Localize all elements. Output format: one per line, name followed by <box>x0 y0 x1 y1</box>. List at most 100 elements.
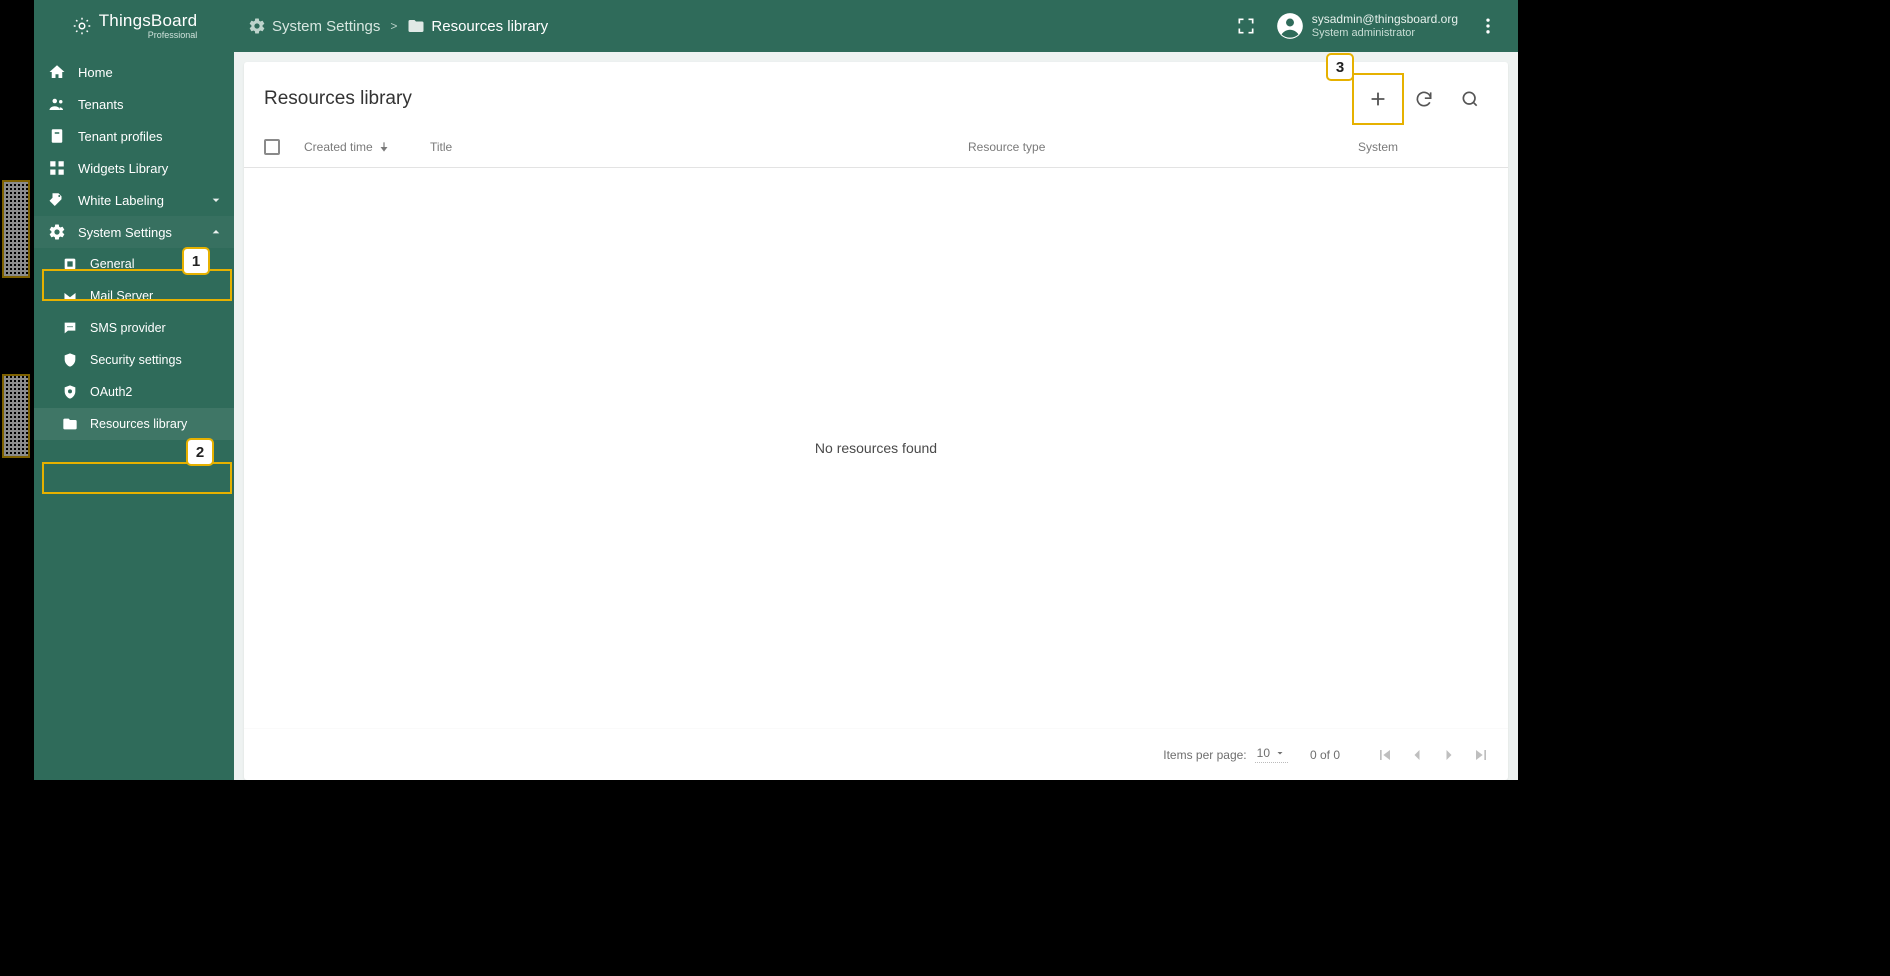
paginator: Items per page: 10 0 of 0 <box>244 728 1508 780</box>
add-button[interactable] <box>1358 79 1398 119</box>
select-all-checkbox[interactable] <box>264 139 304 155</box>
brand-icon <box>71 15 93 37</box>
sms-icon <box>62 320 78 336</box>
sidebar-item-system-settings[interactable]: System Settings <box>34 216 234 248</box>
folder-icon <box>407 17 425 35</box>
callout-badge-3: 3 <box>1326 53 1354 81</box>
fullscreen-button[interactable] <box>1228 8 1264 44</box>
column-header-created-time[interactable]: Created time <box>304 140 430 154</box>
user-avatar-icon <box>1276 12 1304 40</box>
chevron-right-icon <box>1439 745 1459 765</box>
refresh-icon <box>1414 89 1434 109</box>
callout-box-2 <box>42 462 232 494</box>
brand-name: ThingsBoard <box>99 12 198 29</box>
tenant-profiles-icon <box>48 127 66 145</box>
user-role: System administrator <box>1312 27 1458 40</box>
oauth-icon <box>62 384 78 400</box>
column-header-resource-type[interactable]: Resource type <box>968 140 1358 154</box>
resources-card: Resources library 3 <box>244 62 1508 780</box>
breadcrumb-label: Resources library <box>431 18 548 35</box>
sidebar-item-label: OAuth2 <box>90 385 132 399</box>
topbar: ThingsBoard Professional System Settings… <box>34 0 1518 52</box>
page-size-value: 10 <box>1257 746 1270 760</box>
plus-icon <box>1367 88 1389 110</box>
empty-state: No resources found <box>244 168 1508 728</box>
home-icon <box>48 63 66 81</box>
last-page-icon <box>1471 745 1491 765</box>
folder-icon <box>62 416 78 432</box>
settings-icon <box>48 223 66 241</box>
sidebar-sub-oauth2[interactable]: OAuth2 <box>34 376 234 408</box>
breadcrumb: System Settings > Resources library <box>248 17 548 35</box>
chevron-down-icon <box>208 192 224 208</box>
callout-badge-1: 1 <box>182 247 210 275</box>
page-range: 0 of 0 <box>1310 748 1350 762</box>
edge-artifact <box>2 180 30 278</box>
sidebar-item-label: SMS provider <box>90 321 166 335</box>
app-root: ThingsBoard Professional System Settings… <box>34 0 1518 780</box>
content-area: Resources library 3 <box>234 52 1518 780</box>
table-header-row: Created time Title Resource type System <box>244 126 1508 168</box>
prev-page-button[interactable] <box>1404 742 1430 768</box>
breadcrumb-item-system-settings[interactable]: System Settings <box>248 17 380 35</box>
brand-logo[interactable]: ThingsBoard Professional <box>34 0 234 52</box>
chevron-up-icon <box>208 224 224 240</box>
chevron-left-icon <box>1407 745 1427 765</box>
page-size-select[interactable]: 10 <box>1255 746 1288 763</box>
page-title: Resources library <box>264 88 1358 110</box>
sidebar-item-label: Security settings <box>90 353 182 367</box>
checkbox-icon <box>264 139 280 155</box>
sidebar-item-label: White Labeling <box>78 193 164 208</box>
search-button[interactable] <box>1450 79 1490 119</box>
search-icon <box>1460 89 1480 109</box>
sidebar-item-label: Tenants <box>78 97 124 112</box>
shield-icon <box>62 352 78 368</box>
white-labeling-icon <box>48 191 66 209</box>
sidebar: Home Tenants Tenant profiles Widgets Lib… <box>34 52 234 780</box>
sidebar-item-label: Tenant profiles <box>78 129 163 144</box>
user-menu[interactable]: sysadmin@thingsboard.org System administ… <box>1276 12 1458 40</box>
column-label: Resource type <box>968 140 1045 154</box>
sidebar-item-tenants[interactable]: Tenants <box>34 88 234 120</box>
general-icon <box>62 256 78 272</box>
first-page-icon <box>1375 745 1395 765</box>
sidebar-item-label: Widgets Library <box>78 161 168 176</box>
sidebar-item-label: Resources library <box>90 417 187 431</box>
sidebar-item-label: Home <box>78 65 113 80</box>
sidebar-sub-security-settings[interactable]: Security settings <box>34 344 234 376</box>
sidebar-item-white-labeling[interactable]: White Labeling <box>34 184 234 216</box>
fullscreen-icon <box>1236 16 1256 36</box>
sidebar-sub-sms-provider[interactable]: SMS provider <box>34 312 234 344</box>
mail-icon <box>62 288 78 304</box>
breadcrumb-separator: > <box>390 19 397 33</box>
breadcrumb-item-resources-library[interactable]: Resources library <box>407 17 548 35</box>
column-label: Title <box>430 140 452 154</box>
sidebar-sub-mail-server[interactable]: Mail Server <box>34 280 234 312</box>
refresh-button[interactable] <box>1404 79 1444 119</box>
last-page-button[interactable] <box>1468 742 1494 768</box>
sidebar-item-label: System Settings <box>78 225 172 240</box>
column-label: Created time <box>304 140 373 154</box>
sidebar-item-widgets-library[interactable]: Widgets Library <box>34 152 234 184</box>
items-per-page-label: Items per page: <box>1163 748 1246 762</box>
sort-desc-icon <box>377 140 391 154</box>
widgets-icon <box>48 159 66 177</box>
user-email: sysadmin@thingsboard.org <box>1312 13 1458 27</box>
sidebar-item-label: General <box>90 257 134 271</box>
sidebar-item-home[interactable]: Home <box>34 56 234 88</box>
kebab-menu-button[interactable] <box>1470 8 1506 44</box>
first-page-button[interactable] <box>1372 742 1398 768</box>
breadcrumb-label: System Settings <box>272 18 380 35</box>
column-label: System <box>1358 140 1398 154</box>
column-header-system[interactable]: System <box>1358 140 1488 154</box>
next-page-button[interactable] <box>1436 742 1462 768</box>
settings-icon <box>248 17 266 35</box>
empty-text: No resources found <box>815 440 937 456</box>
dropdown-arrow-icon <box>1274 747 1286 759</box>
card-actions: 3 <box>1358 79 1490 119</box>
topbar-right: sysadmin@thingsboard.org System administ… <box>1228 8 1506 44</box>
sidebar-sub-resources-library[interactable]: Resources library <box>34 408 234 440</box>
sidebar-item-tenant-profiles[interactable]: Tenant profiles <box>34 120 234 152</box>
tenants-icon <box>48 95 66 113</box>
column-header-title[interactable]: Title <box>430 140 968 154</box>
